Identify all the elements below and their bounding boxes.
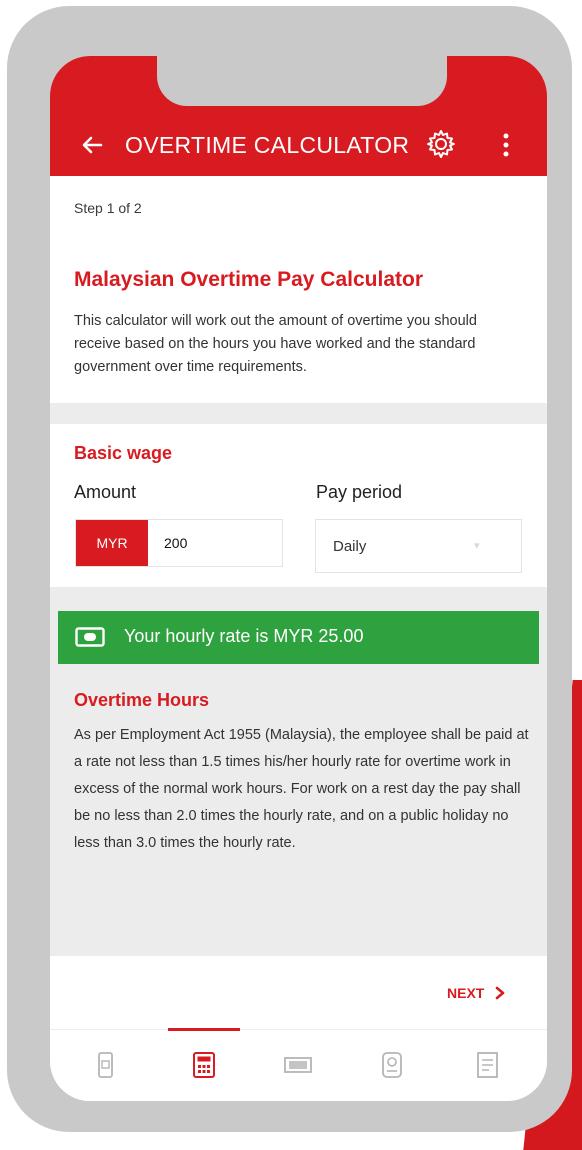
overtime-hours-title: Overtime Hours (74, 690, 210, 710)
app-header: OVERTIME CALCULATOR (50, 56, 547, 176)
amount-field: MYR (75, 519, 283, 567)
cash-icon[interactable] (283, 1050, 313, 1080)
calculator-title: Malaysian Overtime Pay Calculator (74, 268, 423, 291)
phone-icon[interactable] (90, 1050, 120, 1080)
next-label: NEXT (447, 985, 485, 1001)
footer-bar: NEXT (50, 956, 547, 1029)
calculator-icon[interactable] (189, 1050, 219, 1080)
page-title: OVERTIME CALCULATOR (125, 132, 410, 158)
gear-icon[interactable] (425, 128, 457, 160)
step-indicator: Step 1 of 2 (74, 200, 142, 216)
intro-card: Step 1 of 2 Malaysian Overtime Pay Calcu… (50, 176, 547, 403)
basic-wage-card: Basic wage Amount Pay period MYR Daily ▾ (50, 424, 547, 587)
amount-label: Amount (74, 482, 137, 502)
app-screen: OVERTIME CALCULATOR Step 1 of 2 Malaysia… (50, 56, 547, 1101)
phone-notch (157, 56, 447, 106)
hourly-rate-banner: Your hourly rate is MYR 25.00 (58, 611, 539, 664)
amount-input[interactable] (148, 520, 282, 566)
overtime-description: As per Employment Act 1955 (Malaysia), t… (74, 727, 529, 851)
pay-period-select[interactable]: Daily ▾ (315, 519, 522, 573)
basic-wage-title: Basic wage (74, 443, 173, 463)
badge-icon[interactable] (377, 1050, 407, 1080)
pay-period-value: Daily (333, 538, 367, 555)
pay-period-label: Pay period (316, 482, 403, 502)
hourly-rate-text: Your hourly rate is MYR 25.00 (124, 626, 364, 646)
chevron-right-icon (496, 986, 505, 1000)
active-tab-indicator (168, 1028, 240, 1031)
back-arrow-icon[interactable] (80, 133, 104, 157)
more-options-icon[interactable] (498, 131, 514, 159)
phone-frame: OVERTIME CALCULATOR Step 1 of 2 Malaysia… (7, 6, 572, 1132)
banknote-icon (75, 627, 105, 647)
document-icon[interactable] (472, 1050, 502, 1080)
dropdown-indicator-icon: ▾ (474, 540, 480, 552)
bottom-navigation (50, 1028, 547, 1101)
currency-badge: MYR (76, 520, 148, 566)
next-button[interactable]: NEXT (447, 985, 506, 1001)
calculator-description: This calculator will work out the amount… (74, 313, 477, 375)
